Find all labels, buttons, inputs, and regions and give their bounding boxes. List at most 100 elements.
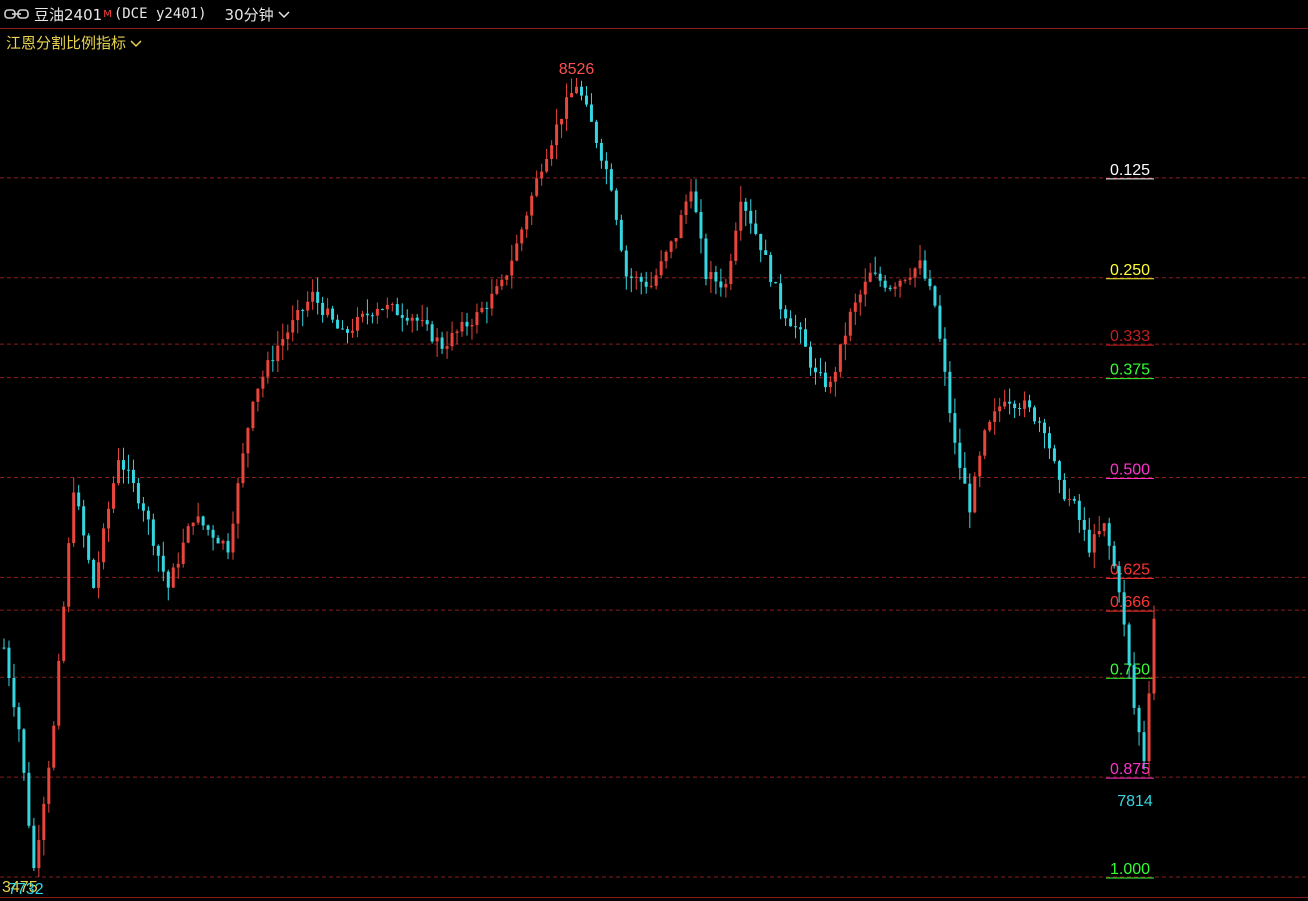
candle-body-72: [360, 313, 364, 317]
candle-body-176: [878, 273, 882, 281]
candle-body-200: [998, 406, 1002, 412]
candle-body-46: [231, 523, 235, 553]
candle-body-3: [17, 707, 21, 730]
candle-body-52: [261, 376, 265, 389]
candle-body-119: [594, 121, 598, 143]
candle-body-22: [112, 483, 116, 509]
candle-body-216: [1077, 500, 1081, 520]
candle-body-192: [958, 442, 962, 468]
candle-body-144: [719, 281, 723, 288]
candle-body-182: [908, 277, 912, 280]
candle-body-31: [156, 545, 160, 556]
candle-body-34: [171, 567, 175, 588]
candle-body-108: [540, 171, 544, 179]
candle-body-113: [565, 97, 569, 119]
candle-body-160: [799, 327, 803, 330]
candle-body-69: [346, 329, 350, 333]
candle-body-230: [1147, 693, 1151, 762]
period-selector[interactable]: 30分钟: [225, 4, 290, 25]
candle-body-0: [2, 647, 6, 649]
candle-body-188: [938, 305, 942, 339]
candle-body-201: [1003, 401, 1007, 407]
candle-body-61: [306, 301, 310, 311]
candle-body-76: [380, 308, 384, 310]
candle-body-43: [216, 537, 220, 544]
candle-body-5: [27, 772, 31, 826]
candle-body-170: [848, 311, 852, 336]
candle-body-197: [983, 430, 987, 456]
candle-body-91: [455, 331, 459, 333]
candle-body-120: [599, 142, 603, 161]
candle-body-45: [226, 540, 230, 553]
candle-body-226: [1127, 624, 1131, 665]
candle-body-217: [1082, 519, 1086, 530]
candle-body-158: [789, 318, 793, 327]
candle-body-30: [151, 519, 155, 546]
candle-body-79: [395, 304, 399, 316]
symbol-name[interactable]: 豆油2401: [34, 4, 102, 25]
candle-body-85: [425, 320, 429, 325]
candle-body-51: [256, 388, 260, 402]
candle-body-80: [400, 315, 404, 318]
candle-body-227: [1132, 664, 1136, 708]
gann-label-4: 0.500: [1110, 462, 1150, 479]
candle-body-116: [579, 86, 583, 96]
candle-body-41: [206, 525, 210, 530]
exchange-code: (DCE y2401): [113, 6, 207, 22]
candle-body-148: [739, 201, 743, 231]
candle-body-101: [505, 275, 509, 280]
candle-body-142: [709, 272, 713, 280]
candle-body-53: [266, 360, 270, 377]
candle-body-20: [102, 528, 106, 563]
candle-body-86: [430, 324, 434, 342]
candle-body-163: [813, 367, 817, 373]
chevron-down-icon: [278, 5, 290, 23]
candle-body-75: [375, 308, 379, 316]
candle-body-78: [390, 304, 394, 306]
recent-low-label: 7814: [1117, 793, 1153, 810]
candle-body-153: [764, 250, 768, 255]
candle-body-93: [465, 321, 469, 327]
candle-body-212: [1057, 461, 1061, 480]
candle-body-184: [918, 260, 922, 269]
candle-body-137: [684, 201, 688, 216]
candle-body-90: [450, 332, 454, 347]
candle-body-57: [286, 332, 290, 340]
candle-body-140: [699, 212, 703, 239]
candle-body-133: [664, 251, 668, 262]
candle-body-32: [161, 555, 165, 572]
candle-body-229: [1142, 732, 1146, 762]
candle-body-125: [624, 250, 628, 277]
candle-body-183: [913, 268, 917, 278]
candle-body-118: [589, 104, 593, 122]
candle-body-73: [365, 313, 369, 316]
gann-label-1: 0.250: [1110, 262, 1150, 279]
candle-body-60: [301, 310, 305, 312]
candle-body-145: [724, 284, 728, 288]
candle-body-103: [515, 243, 519, 261]
candle-body-225: [1122, 592, 1126, 625]
candle-body-187: [933, 286, 937, 306]
candle-body-54: [271, 360, 275, 362]
candle-body-65: [326, 308, 330, 316]
candle-body-162: [808, 346, 812, 368]
candle-body-10: [52, 725, 56, 768]
candle-body-25: [126, 469, 130, 471]
candle-body-193: [963, 467, 967, 484]
candle-body-44: [221, 540, 225, 544]
candle-body-152: [759, 233, 763, 251]
candle-body-167: [833, 371, 837, 382]
link-icon[interactable]: [4, 7, 30, 21]
candle-body-181: [903, 279, 907, 281]
candle-body-228: [1137, 707, 1141, 733]
candle-body-88: [440, 337, 444, 349]
candle-body-1: [7, 647, 11, 679]
candle-body-138: [689, 191, 693, 202]
candle-body-38: [191, 522, 195, 527]
candle-body-203: [1013, 403, 1017, 409]
candlestick-chart[interactable]: 0.1250.2500.3330.3750.5000.6250.6660.750…: [0, 29, 1308, 897]
candle-body-174: [868, 272, 872, 282]
candle-body-82: [410, 317, 414, 321]
candle-body-100: [500, 279, 504, 287]
candle-body-29: [146, 510, 150, 520]
